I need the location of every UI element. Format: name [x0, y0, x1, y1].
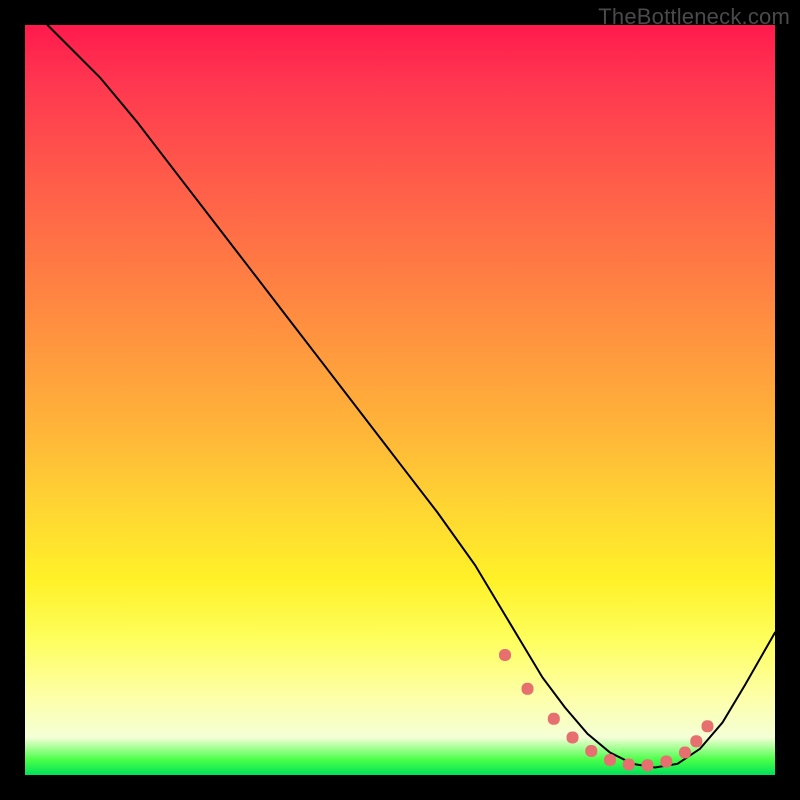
marker-dot [623, 759, 635, 771]
marker-dot [522, 683, 534, 695]
marker-dot [690, 735, 702, 747]
plot-area [25, 25, 775, 775]
curve-line [48, 25, 776, 768]
marker-dot [642, 759, 654, 771]
marker-dot [604, 754, 616, 766]
chart-frame: TheBottleneck.com [0, 0, 800, 800]
marker-dot [660, 756, 672, 768]
watermark-text: TheBottleneck.com [598, 4, 790, 30]
chart-svg [25, 25, 775, 775]
marker-dot [702, 720, 714, 732]
marker-dot [548, 713, 560, 725]
marker-dot [679, 747, 691, 759]
marker-dot [585, 745, 597, 757]
curve-markers [499, 649, 714, 771]
marker-dot [499, 649, 511, 661]
marker-dot [567, 732, 579, 744]
